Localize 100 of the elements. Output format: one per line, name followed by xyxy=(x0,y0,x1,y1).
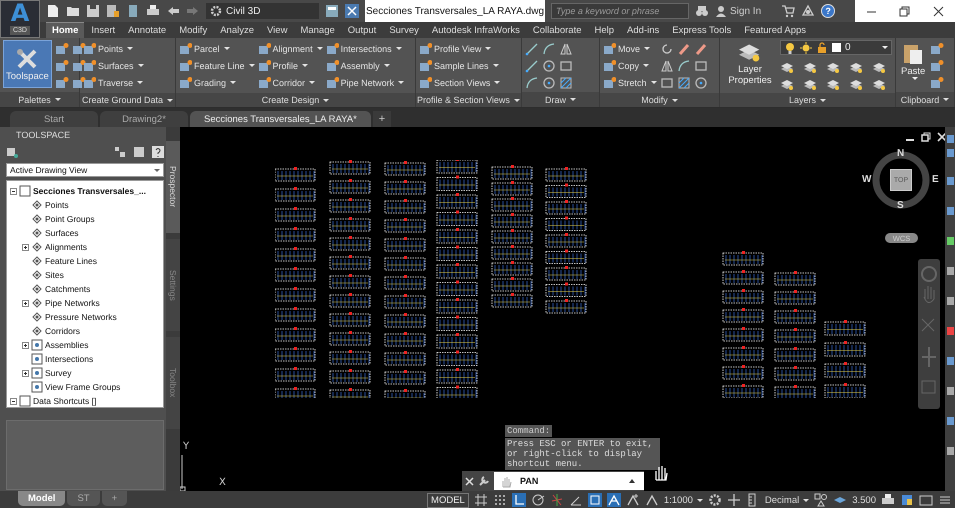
panel-title[interactable]: Modify xyxy=(600,93,719,107)
hatch-icon[interactable] xyxy=(676,76,691,90)
arc-icon[interactable] xyxy=(676,59,691,73)
command-line-field[interactable]: PAN xyxy=(494,472,644,490)
layer-tool-icon[interactable] xyxy=(803,77,817,91)
collapse-icon[interactable] xyxy=(10,398,17,404)
ribbon-command[interactable]: Grading xyxy=(179,74,255,91)
compass-label[interactable]: N xyxy=(897,148,904,159)
panel-title[interactable]: Create Design xyxy=(176,93,415,107)
clipboard-tool-icon[interactable] xyxy=(930,59,944,73)
ribbon-tab[interactable]: Autodesk InfraWorks xyxy=(426,22,526,38)
fullscreen-icon[interactable] xyxy=(919,493,933,507)
ribbon-tab[interactable]: Help xyxy=(588,22,620,38)
mirror-icon[interactable] xyxy=(660,59,674,73)
plus-icon[interactable] xyxy=(726,493,741,507)
layer-tool-icon[interactable] xyxy=(849,77,863,91)
new-file-icon[interactable] xyxy=(46,4,60,18)
line-icon[interactable] xyxy=(525,59,539,73)
layer-tool-icon[interactable] xyxy=(780,60,794,74)
close-icon[interactable] xyxy=(932,6,944,16)
circle-icon[interactable] xyxy=(542,76,556,90)
compass-label[interactable]: E xyxy=(932,174,939,185)
expand-icon[interactable] xyxy=(22,244,29,250)
collapse-icon[interactable] xyxy=(10,188,17,194)
rect-icon[interactable] xyxy=(559,59,573,73)
palette-icon[interactable] xyxy=(72,59,86,73)
ribbon-command[interactable]: Stretch xyxy=(603,74,657,91)
document-tab[interactable]: Start xyxy=(10,111,98,127)
ribbon-command[interactable]: Assembly xyxy=(326,57,404,74)
caret-up-icon[interactable] xyxy=(628,478,636,484)
palette-icon[interactable] xyxy=(54,42,69,56)
annotation-add-icon[interactable] xyxy=(626,493,640,507)
toolspace-button[interactable]: Toolspace xyxy=(3,40,52,88)
layer-tool-icon[interactable] xyxy=(872,60,886,74)
layer-isolate-icon[interactable] xyxy=(900,493,914,507)
document-icon[interactable] xyxy=(126,4,140,18)
layer-tool-icon[interactable] xyxy=(826,77,840,91)
layer-tool-icon[interactable] xyxy=(849,60,863,74)
tools-icon[interactable] xyxy=(345,4,359,18)
ribbon-tab[interactable]: View xyxy=(261,22,294,38)
ortho-icon[interactable] xyxy=(512,493,526,507)
palette-icon[interactable] xyxy=(54,59,69,73)
ribbon-tab[interactable]: Insert xyxy=(85,22,122,38)
printer-icon[interactable] xyxy=(146,4,160,18)
ribbon-command[interactable]: Surfaces xyxy=(83,57,144,74)
layer-tool-icon[interactable] xyxy=(803,60,817,74)
panel-title[interactable]: Create Ground Data xyxy=(80,93,175,107)
expand-icon[interactable] xyxy=(22,342,29,348)
tree-item[interactable]: Surfaces xyxy=(45,228,79,238)
rect-icon[interactable] xyxy=(694,59,708,73)
hatch-icon[interactable] xyxy=(559,76,573,90)
help-button[interactable]: ? xyxy=(821,4,836,18)
ribbon-command[interactable]: Alignment xyxy=(258,40,323,57)
binoculars-icon[interactable] xyxy=(695,4,709,18)
cart-icon[interactable] xyxy=(781,4,796,18)
clipboard-tool-icon[interactable] xyxy=(930,42,944,56)
ribbon-command[interactable]: Pipe Network xyxy=(326,74,404,91)
tree-item[interactable]: Survey xyxy=(45,368,72,378)
tree-item[interactable]: Secciones Transversales_... xyxy=(33,186,146,196)
clipboard-tool-icon[interactable] xyxy=(930,76,944,90)
compass-label[interactable]: W xyxy=(862,174,872,185)
tree-item[interactable]: Sites xyxy=(45,270,64,280)
workspace-dropdown[interactable]: Civil 3D xyxy=(206,3,319,19)
palette-icon[interactable] xyxy=(72,76,86,90)
circle-icon[interactable] xyxy=(542,59,556,73)
ribbon-tab[interactable]: Modify xyxy=(173,22,214,38)
ribbon-command[interactable]: Profile View xyxy=(419,40,500,57)
rect-icon[interactable] xyxy=(660,76,674,90)
layer-tool-icon[interactable] xyxy=(872,77,886,91)
grid-icon[interactable] xyxy=(474,493,488,507)
line-icon[interactable] xyxy=(525,42,539,56)
ribbon-command[interactable]: Feature Line xyxy=(179,57,255,74)
quick-properties-icon[interactable] xyxy=(814,493,828,507)
view-dropdown[interactable]: Active Drawing View xyxy=(6,163,164,177)
undo-icon[interactable] xyxy=(166,4,180,18)
erase-icon[interactable] xyxy=(694,42,708,56)
tree-item[interactable]: Data Shortcuts [] xyxy=(33,396,96,406)
layer-properties-button[interactable]: Layer Properties xyxy=(723,40,777,88)
panel-title[interactable]: Palettes xyxy=(0,92,79,107)
isodraft-icon[interactable] xyxy=(550,493,564,507)
tree-icon[interactable] xyxy=(114,146,126,158)
scale-dropdown[interactable]: 1:1000 xyxy=(664,494,703,506)
panel-title[interactable]: Profile & Section Views xyxy=(416,93,521,107)
ribbon-command[interactable]: Move xyxy=(603,40,657,57)
elevation-value[interactable]: 3.500 xyxy=(852,494,876,506)
side-tab[interactable]: Prospector xyxy=(166,141,180,233)
ribbon-command[interactable]: Corridor xyxy=(258,74,323,91)
ribbon-tab[interactable]: Annotate xyxy=(122,22,172,38)
tree-item[interactable]: Corridors xyxy=(45,326,80,336)
model-space-button[interactable]: MODEL xyxy=(427,492,469,508)
tree-item[interactable]: Assemblies xyxy=(45,340,88,350)
annotation-icon[interactable] xyxy=(606,493,621,507)
new-tab-button[interactable]: + xyxy=(372,111,392,127)
layer-tool-icon[interactable] xyxy=(826,60,840,74)
rotate-icon[interactable] xyxy=(660,42,674,56)
gear-icon[interactable] xyxy=(708,493,722,507)
tree-item[interactable]: Points xyxy=(45,200,69,210)
ribbon-command[interactable]: Traverse xyxy=(83,74,144,91)
palette-icon[interactable] xyxy=(54,76,69,90)
tree-item[interactable]: Feature Lines xyxy=(45,256,97,266)
